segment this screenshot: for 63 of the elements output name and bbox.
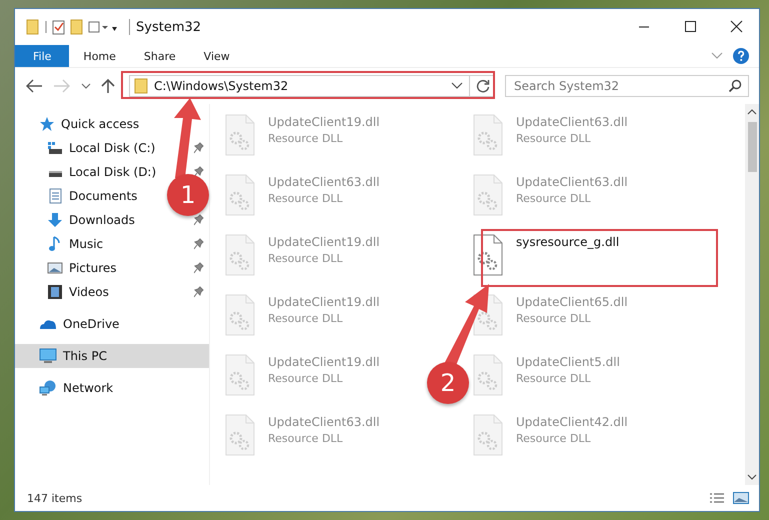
- file-type: Resource DLL: [516, 132, 592, 145]
- sidebar-item[interactable]: Music: [47, 232, 106, 256]
- download-arrow-icon: [47, 212, 63, 228]
- sidebar-item[interactable]: OneDrive: [15, 312, 209, 336]
- pin-icon[interactable]: [194, 286, 204, 298]
- sidebar-item[interactable]: Quick access: [15, 112, 209, 136]
- scroll-down-icon[interactable]: [747, 473, 757, 481]
- sidebar-item[interactable]: Network: [15, 376, 209, 400]
- pin-icon[interactable]: [194, 214, 204, 226]
- pin-icon[interactable]: [194, 238, 204, 250]
- help-icon[interactable]: [733, 48, 749, 64]
- caret-icon[interactable]: [451, 82, 463, 90]
- address-field[interactable]: C:\Windows\System32: [129, 75, 495, 97]
- sidebar-item[interactable]: Videos: [47, 280, 111, 304]
- large-icons-view-icon[interactable]: [733, 492, 749, 504]
- file-name[interactable]: sysresource_g.dll: [516, 235, 620, 249]
- file-type: Resource DLL: [516, 432, 592, 445]
- ribbon-tab[interactable]: View: [190, 45, 244, 67]
- file-type: Resource DLL: [268, 192, 344, 205]
- folder-icon: [134, 78, 148, 94]
- ribbon-tab[interactable]: Share: [130, 45, 190, 67]
- document-icon: [47, 188, 63, 204]
- search-field[interactable]: Search System32: [505, 75, 749, 97]
- settings-file-icon[interactable]: [472, 234, 504, 276]
- drive-icon: [47, 141, 63, 155]
- scrollbar-thumb[interactable]: [748, 122, 756, 172]
- search-icon: [728, 79, 742, 93]
- vertical-scrollbar[interactable]: [745, 104, 759, 485]
- sidebar-item[interactable]: Local Disk (D:): [47, 160, 158, 184]
- sidebar-item[interactable]: Documents: [47, 184, 140, 208]
- file-type: Resource DLL: [268, 432, 344, 445]
- pin-icon[interactable]: [194, 142, 204, 154]
- pin-icon[interactable]: [194, 262, 204, 274]
- chevron-down-icon[interactable]: [711, 52, 723, 60]
- file-type: Resource DLL: [268, 312, 344, 325]
- scroll-up-icon[interactable]: [747, 108, 757, 116]
- sidebar-item[interactable]: Downloads: [47, 208, 137, 232]
- sidebar-item[interactable]: Local Disk (C:): [47, 136, 158, 160]
- file-type: Resource DLL: [268, 132, 344, 145]
- ribbon-tab[interactable]: Home: [69, 45, 130, 67]
- window-title: System32: [136, 20, 202, 34]
- picture-icon: [47, 261, 63, 275]
- sidebar-item[interactable]: This PC: [15, 344, 209, 368]
- refresh-icon[interactable]: [476, 79, 490, 93]
- file-type: Resource DLL: [516, 312, 592, 325]
- back-arrow-icon[interactable]: [25, 79, 43, 93]
- quick-access-toolbar-icon[interactable]: [25, 18, 117, 36]
- item-count: 147 items: [27, 492, 82, 504]
- file-type: Resource DLL: [516, 192, 592, 205]
- file-type: Resource DLL: [268, 252, 344, 265]
- network-icon: [39, 380, 57, 396]
- computer-icon: [39, 348, 57, 364]
- details-view-icon[interactable]: [709, 492, 725, 504]
- file-type: Resource DLL: [516, 372, 592, 385]
- file-type: Resource DLL: [268, 372, 344, 385]
- sidebar-item[interactable]: Pictures: [47, 256, 119, 280]
- pin-icon[interactable]: [194, 166, 204, 178]
- up-arrow-icon[interactable]: [101, 78, 115, 94]
- recent-locations-caret-icon[interactable]: [81, 82, 91, 90]
- film-icon: [47, 284, 63, 300]
- star-icon: [39, 116, 55, 132]
- ribbon-tab[interactable]: File: [15, 45, 70, 67]
- cloud-icon: [39, 318, 57, 330]
